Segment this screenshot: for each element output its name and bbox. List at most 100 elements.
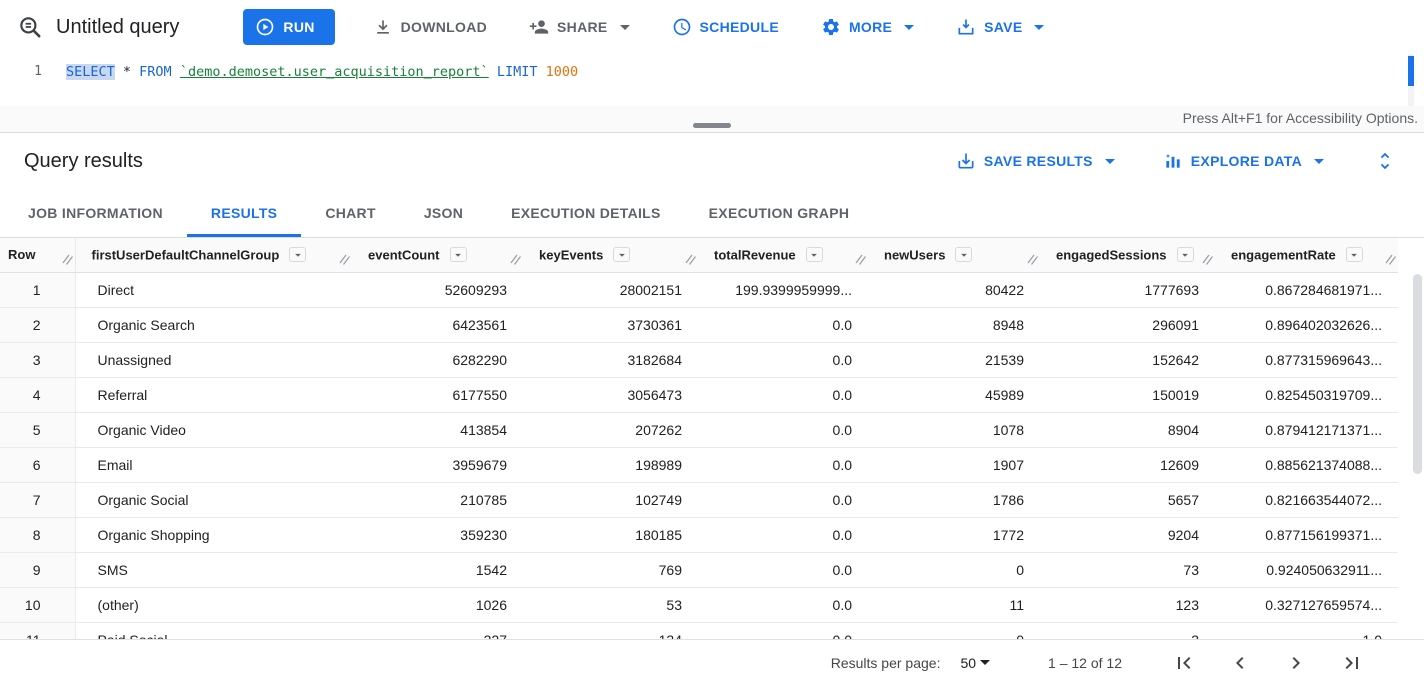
table-cell: Email bbox=[75, 447, 352, 482]
arrow-drop-down-icon bbox=[291, 248, 305, 262]
column-header-Row[interactable]: Row bbox=[0, 238, 75, 272]
more-button[interactable]: MORE bbox=[817, 11, 918, 43]
tab-execution-graph[interactable]: EXECUTION GRAPH bbox=[685, 189, 874, 237]
column-sort-dropdown[interactable] bbox=[450, 247, 467, 262]
column-resize-handle[interactable] bbox=[61, 252, 73, 265]
sql-token bbox=[172, 64, 180, 80]
sql-editor[interactable]: 1 SELECT * FROM `demo.demoset.user_acqui… bbox=[0, 54, 1424, 106]
column-resize-handle[interactable] bbox=[854, 252, 866, 265]
table-cell: 0.0 bbox=[698, 552, 868, 587]
tab-json[interactable]: JSON bbox=[400, 189, 487, 237]
page-size-select[interactable]: 50 bbox=[954, 654, 996, 672]
table-cell: 0.327127659574... bbox=[1215, 587, 1398, 622]
table-cell: 0.0 bbox=[698, 447, 868, 482]
tab-results[interactable]: RESULTS bbox=[187, 189, 301, 237]
accessibility-hint: Press Alt+F1 for Accessibility Options. bbox=[1183, 110, 1418, 126]
run-button[interactable]: RUN bbox=[243, 9, 334, 45]
editor-hint-bar: Press Alt+F1 for Accessibility Options. bbox=[0, 106, 1424, 133]
table-row[interactable]: 5Organic Video4138542072620.0107889040.8… bbox=[0, 412, 1398, 447]
column-header-engagedSessions[interactable]: engagedSessions bbox=[1040, 238, 1215, 272]
column-resize-handle[interactable] bbox=[1384, 252, 1396, 265]
table-row[interactable]: 10(other)1026530.0111230.327127659574... bbox=[0, 587, 1398, 622]
table-cell: 134 bbox=[523, 622, 698, 639]
save-button[interactable]: SAVE bbox=[952, 11, 1048, 43]
column-header-totalRevenue[interactable]: totalRevenue bbox=[698, 238, 868, 272]
save-results-button[interactable]: SAVE RESULTS bbox=[954, 145, 1117, 177]
tab-execution-details[interactable]: EXECUTION DETAILS bbox=[487, 189, 685, 237]
table-scrollbar-track[interactable] bbox=[1413, 274, 1422, 634]
sql-token bbox=[537, 64, 545, 80]
table-cell: 80422 bbox=[868, 272, 1040, 307]
table-scrollbar-thumb[interactable] bbox=[1413, 274, 1422, 474]
table-cell: 198989 bbox=[523, 447, 698, 482]
column-header-eventCount[interactable]: eventCount bbox=[352, 238, 523, 272]
column-header-keyEvents[interactable]: keyEvents bbox=[523, 238, 698, 272]
page-range-label: 1 – 12 of 12 bbox=[1048, 655, 1122, 671]
table-cell: 12609 bbox=[1040, 447, 1215, 482]
share-button[interactable]: SHARE bbox=[525, 11, 634, 43]
table-cell: 8948 bbox=[868, 307, 1040, 342]
results-header: Query results SAVE RESULTS EXPLORE DATA bbox=[0, 133, 1424, 189]
column-sort-dropdown[interactable] bbox=[613, 247, 630, 262]
save-results-label: SAVE RESULTS bbox=[984, 153, 1093, 169]
column-resize-handle[interactable] bbox=[509, 252, 521, 265]
table-cell: 327 bbox=[352, 622, 523, 639]
explore-data-button[interactable]: EXPLORE DATA bbox=[1161, 145, 1326, 177]
schedule-button[interactable]: SCHEDULE bbox=[668, 11, 783, 43]
column-resize-handle[interactable] bbox=[684, 252, 696, 265]
row-number-cell: 1 bbox=[0, 272, 75, 307]
column-label: keyEvents bbox=[539, 248, 603, 263]
table-row[interactable]: 4Referral617755030564730.0459891500190.8… bbox=[0, 377, 1398, 412]
column-sort-dropdown[interactable] bbox=[1177, 247, 1194, 262]
table-cell: 0.0 bbox=[698, 587, 868, 622]
table-cell: 11 bbox=[868, 587, 1040, 622]
table-cell: 53 bbox=[523, 587, 698, 622]
column-header-engagementRate[interactable]: engagementRate bbox=[1215, 238, 1398, 272]
table-row[interactable]: 1Direct5260929328002151199.9399959999...… bbox=[0, 272, 1398, 307]
table-row[interactable]: 2Organic Search642356137303610.089482960… bbox=[0, 307, 1398, 342]
share-label: SHARE bbox=[557, 19, 608, 35]
table-row[interactable]: 3Unassigned628229031826840.0215391526420… bbox=[0, 342, 1398, 377]
column-sort-dropdown[interactable] bbox=[806, 247, 823, 262]
table-cell: Organic Social bbox=[75, 482, 352, 517]
column-header-newUsers[interactable]: newUsers bbox=[868, 238, 1040, 272]
table-row[interactable]: 11Paid Social3271340.0031.0 bbox=[0, 622, 1398, 639]
sql-token bbox=[489, 64, 497, 80]
arrow-drop-down-icon bbox=[904, 25, 914, 30]
table-cell: 207262 bbox=[523, 412, 698, 447]
person-add-icon bbox=[529, 17, 549, 37]
column-sort-dropdown[interactable] bbox=[955, 247, 972, 262]
results-table: RowfirstUserDefaultChannelGroupeventCoun… bbox=[0, 238, 1398, 639]
previous-page-button[interactable] bbox=[1224, 647, 1256, 679]
tab-chart[interactable]: CHART bbox=[301, 189, 400, 237]
table-cell: 0.877315969643... bbox=[1215, 342, 1398, 377]
table-cell: 3182684 bbox=[523, 342, 698, 377]
table-row[interactable]: 7Organic Social2107851027490.0178656570.… bbox=[0, 482, 1398, 517]
expand-results-button[interactable] bbox=[1370, 146, 1400, 176]
table-row[interactable]: 6Email39596791989890.01907126090.8856213… bbox=[0, 447, 1398, 482]
next-page-button[interactable] bbox=[1280, 647, 1312, 679]
table-row[interactable]: 8Organic Shopping3592301801850.017729204… bbox=[0, 517, 1398, 552]
last-page-button[interactable] bbox=[1336, 647, 1368, 679]
column-resize-handle[interactable] bbox=[338, 252, 350, 265]
column-header-firstUserDefaultChannelGroup[interactable]: firstUserDefaultChannelGroup bbox=[75, 238, 352, 272]
table-cell: 3 bbox=[1040, 622, 1215, 639]
table-cell: 359230 bbox=[352, 517, 523, 552]
table-row[interactable]: 9SMS15427690.00730.924050632911... bbox=[0, 552, 1398, 587]
first-page-button[interactable] bbox=[1168, 647, 1200, 679]
column-resize-handle[interactable] bbox=[1026, 252, 1038, 265]
tab-job-information[interactable]: JOB INFORMATION bbox=[4, 189, 187, 237]
table-cell: 5657 bbox=[1040, 482, 1215, 517]
editor-scrollbar-thumb[interactable] bbox=[1408, 56, 1414, 86]
column-resize-handle[interactable] bbox=[1201, 252, 1213, 265]
schedule-label: SCHEDULE bbox=[700, 19, 779, 35]
row-number-cell: 2 bbox=[0, 307, 75, 342]
column-sort-dropdown[interactable] bbox=[289, 247, 306, 262]
download-button[interactable]: DOWNLOAD bbox=[369, 11, 491, 43]
table-cell: 0 bbox=[868, 622, 1040, 639]
table-cell: 3959679 bbox=[352, 447, 523, 482]
table-cell: 0.0 bbox=[698, 517, 868, 552]
splitter-drag-handle[interactable] bbox=[693, 123, 731, 128]
column-sort-dropdown[interactable] bbox=[1346, 247, 1363, 262]
column-label: engagedSessions bbox=[1056, 248, 1167, 263]
